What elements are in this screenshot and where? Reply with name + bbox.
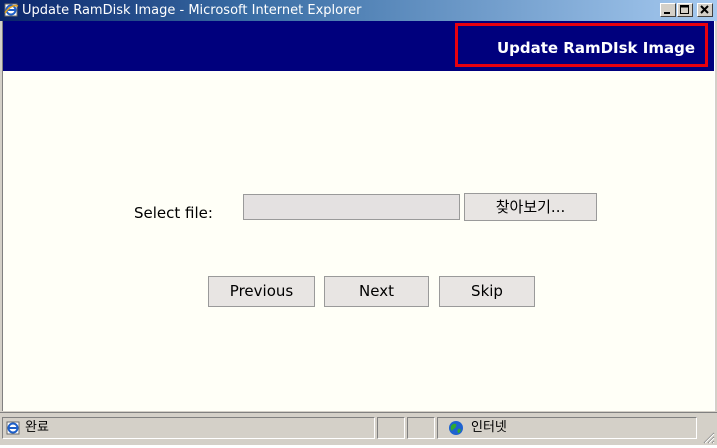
zone-text: 인터넷 — [471, 420, 507, 435]
ie-page-icon[interactable] — [3, 2, 19, 18]
status-pane-security — [407, 417, 435, 439]
file-path-input[interactable] — [243, 194, 460, 220]
resize-grip-icon[interactable] — [701, 429, 715, 444]
close-button[interactable] — [697, 3, 713, 17]
browse-button[interactable]: 찾아보기... — [464, 193, 597, 221]
status-pane-zone[interactable]: 인터넷 — [437, 417, 697, 439]
page-content: Update RamDIsk Image Select file: 찾아보기..… — [2, 21, 715, 411]
window-title: Update RamDisk Image - Microsoft Interne… — [22, 3, 362, 18]
select-file-label: Select file: — [134, 204, 213, 222]
page-header-bar: Update RamDIsk Image — [3, 21, 714, 71]
skip-button[interactable]: Skip — [439, 276, 535, 307]
maximize-icon — [680, 5, 689, 14]
minimize-icon — [664, 12, 670, 14]
previous-button[interactable]: Previous — [208, 276, 315, 307]
status-bar: 완료 인터넷 — [0, 412, 717, 445]
globe-icon — [448, 420, 464, 436]
minimize-button[interactable] — [660, 3, 676, 17]
close-icon — [700, 5, 709, 14]
page-title: Update RamDIsk Image — [455, 23, 708, 67]
maximize-button[interactable] — [677, 3, 693, 17]
browser-window: Update RamDisk Image - Microsoft Interne… — [0, 0, 717, 445]
ie-status-icon — [5, 420, 21, 436]
next-button[interactable]: Next — [324, 276, 429, 307]
status-pane-progress — [377, 417, 405, 439]
title-bar[interactable]: Update RamDisk Image - Microsoft Interne… — [0, 0, 717, 21]
status-text: 완료 — [25, 420, 49, 435]
status-pane-main: 완료 — [2, 417, 375, 439]
